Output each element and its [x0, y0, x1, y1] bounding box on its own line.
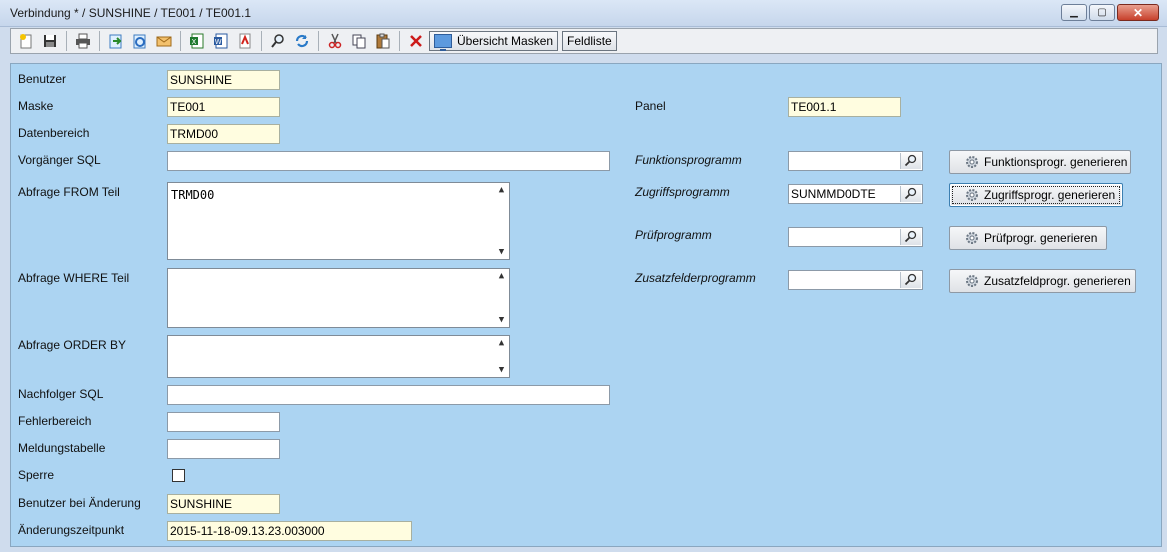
scroll-down-icon[interactable]: ▼	[499, 247, 504, 257]
zusatzfelderprogramm-field[interactable]	[788, 270, 923, 290]
export-icon[interactable]	[105, 31, 127, 51]
minimize-button[interactable]: ▁	[1061, 4, 1087, 21]
aenderungszeitpunkt-label: Änderungszeitpunkt	[18, 523, 125, 537]
monitor-icon	[434, 34, 452, 51]
abfrage-from-textarea[interactable]: TRMD00 ▲ ▼	[167, 182, 510, 260]
aenderungszeitpunkt-field[interactable]: 2015-11-18-09.13.23.003000	[167, 521, 412, 541]
toolbar: X W Übersicht Masken Feldliste	[10, 28, 1158, 54]
form-panel: Benutzer SUNSHINE Maske TE001 Datenberei…	[10, 63, 1162, 547]
title-bar: Verbindung * / SUNSHINE / TE001 / TE001.…	[0, 0, 1167, 27]
sperre-checkbox[interactable]	[172, 469, 185, 482]
vorgaenger-sql-label: Vorgänger SQL	[18, 153, 101, 167]
funktionsprogramm-field[interactable]	[788, 151, 923, 171]
scrollbar[interactable]: ▲ ▼	[494, 336, 509, 377]
meldungstabelle-field[interactable]	[167, 439, 280, 459]
mail-icon[interactable]	[153, 31, 175, 51]
funktionsprogramm-label: Funktionsprogramm	[635, 153, 742, 167]
window-controls: ▁ ▢ ✕	[1059, 4, 1159, 21]
panel-field[interactable]: TE001.1	[788, 97, 901, 117]
svg-text:W: W	[215, 38, 222, 46]
scrollbar[interactable]: ▲ ▼	[494, 183, 509, 259]
zusatzfelderprogramm-search-icon[interactable]	[900, 272, 921, 288]
refresh-icon[interactable]	[291, 31, 313, 51]
feldliste-button[interactable]: Feldliste	[562, 31, 617, 51]
scroll-up-icon[interactable]: ▲	[499, 338, 504, 348]
toolbar-separator	[261, 31, 262, 51]
maske-label: Maske	[18, 99, 54, 113]
excel-icon[interactable]: X	[186, 31, 208, 51]
pruefprogramm-label: Prüfprogramm	[635, 228, 712, 242]
gear-icon	[966, 232, 978, 244]
fehlerbereich-field[interactable]	[167, 412, 280, 432]
toolbar-separator	[66, 31, 67, 51]
benutzer-aenderung-field[interactable]: SUNSHINE	[167, 494, 280, 514]
copy-icon[interactable]	[348, 31, 370, 51]
pdf-icon[interactable]	[234, 31, 256, 51]
uebersicht-masken-button[interactable]: Übersicht Masken	[429, 31, 559, 51]
scroll-down-icon[interactable]: ▼	[499, 365, 504, 375]
import-icon[interactable]	[129, 31, 151, 51]
scroll-up-icon[interactable]: ▲	[499, 271, 504, 281]
search-icon[interactable]	[267, 31, 289, 51]
funktionsprogr-generieren-button[interactable]: Funktionsprogr. generieren	[949, 150, 1131, 174]
gear-icon	[966, 156, 978, 168]
panel-label: Panel	[635, 99, 666, 113]
save-icon[interactable]	[39, 31, 61, 51]
datenbereich-label: Datenbereich	[18, 126, 90, 140]
gear-icon	[966, 275, 978, 287]
benutzer-label: Benutzer	[18, 72, 67, 86]
nachfolger-sql-field[interactable]	[167, 385, 610, 405]
close-button[interactable]: ✕	[1117, 4, 1159, 21]
pruefprogramm-field[interactable]	[788, 227, 923, 247]
abfrage-where-textarea[interactable]: ▲ ▼	[167, 268, 510, 328]
scroll-down-icon[interactable]: ▼	[499, 315, 504, 325]
benutzer-field[interactable]: SUNSHINE	[167, 70, 280, 90]
funktionsprogramm-search-icon[interactable]	[900, 153, 921, 169]
pruefprogr-generieren-button[interactable]: Prüfprogr. generieren	[949, 226, 1107, 250]
scroll-up-icon[interactable]: ▲	[499, 185, 504, 195]
zusatzfelderprogramm-label: Zusatzfelderprogramm	[635, 271, 756, 285]
uebersicht-masken-label: Übersicht Masken	[457, 34, 554, 48]
zugriffsprogr-generieren-label: Zugriffsprogr. generieren	[984, 188, 1116, 202]
word-icon[interactable]: W	[210, 31, 232, 51]
toolbar-separator	[399, 31, 400, 51]
vorgaenger-sql-field[interactable]	[167, 151, 610, 171]
scrollbar[interactable]: ▲ ▼	[494, 269, 509, 327]
window-title: Verbindung * / SUNSHINE / TE001 / TE001.…	[10, 6, 252, 20]
fehlerbereich-label: Fehlerbereich	[18, 414, 92, 428]
paste-icon[interactable]	[372, 31, 394, 51]
benutzer-aenderung-label: Benutzer bei Änderung	[18, 496, 141, 510]
cut-icon[interactable]	[324, 31, 346, 51]
zugriffsprogr-generieren-button[interactable]: Zugriffsprogr. generieren	[949, 183, 1123, 207]
new-icon[interactable]	[15, 31, 37, 51]
toolbar-separator	[99, 31, 100, 51]
gear-icon	[966, 189, 978, 201]
nachfolger-sql-label: Nachfolger SQL	[18, 387, 104, 401]
zugriffsprogramm-field[interactable]: SUNMMD0DTE	[788, 184, 923, 204]
delete-icon[interactable]	[405, 31, 427, 51]
datenbereich-field[interactable]: TRMD00	[167, 124, 280, 144]
pruefprogr-generieren-label: Prüfprogr. generieren	[984, 231, 1098, 245]
funktionsprogr-generieren-label: Funktionsprogr. generieren	[984, 155, 1128, 169]
abfrage-from-value: TRMD00	[171, 188, 215, 202]
maximize-button[interactable]: ▢	[1089, 4, 1115, 21]
maske-field[interactable]: TE001	[167, 97, 280, 117]
zusatzfeldprogr-generieren-label: Zusatzfeldprogr. generieren	[984, 274, 1131, 288]
abfrage-order-label: Abfrage ORDER BY	[18, 338, 127, 352]
zugriffsprogramm-search-icon[interactable]	[900, 186, 921, 202]
print-icon[interactable]	[72, 31, 94, 51]
pruefprogramm-search-icon[interactable]	[900, 229, 921, 245]
abfrage-from-label: Abfrage FROM Teil	[18, 185, 120, 199]
toolbar-separator	[318, 31, 319, 51]
zusatzfeldprogr-generieren-button[interactable]: Zusatzfeldprogr. generieren	[949, 269, 1136, 293]
zugriffsprogramm-label: Zugriffsprogramm	[635, 185, 730, 199]
zugriffsprogramm-value: SUNMMD0DTE	[791, 187, 876, 201]
toolbar-separator	[180, 31, 181, 51]
abfrage-order-textarea[interactable]: ▲ ▼	[167, 335, 510, 378]
sperre-label: Sperre	[18, 468, 55, 482]
meldungstabelle-label: Meldungstabelle	[18, 441, 106, 455]
svg-text:X: X	[192, 38, 197, 46]
abfrage-where-label: Abfrage WHERE Teil	[18, 271, 130, 285]
